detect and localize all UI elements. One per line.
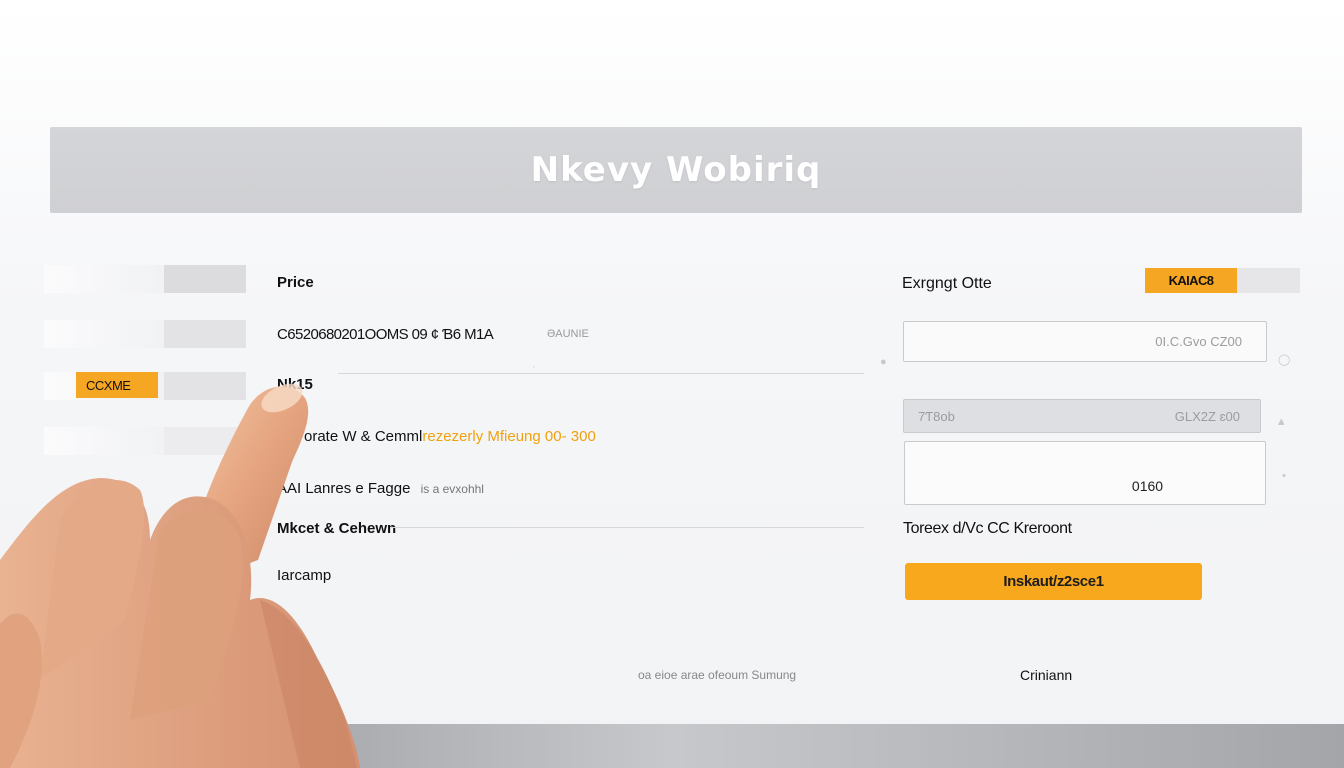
sidebar-item-label — [44, 265, 164, 293]
currency-select[interactable]: 7Ƭ8ob GLX2Z ɛ00 — [903, 399, 1261, 433]
sidebar-active-badge[interactable]: CCXME — [76, 372, 158, 398]
caret-icon: ▴ — [1278, 413, 1285, 428]
amount-input-value: 0I.C.Gvo CZ00 — [1155, 334, 1242, 349]
sidebar-item-thumb — [164, 265, 246, 293]
radio-icon: ◯ — [1278, 354, 1291, 366]
total-label: Toreex d/Vc CC Kreroont — [903, 520, 1072, 537]
sidebar-item-4[interactable] — [44, 427, 246, 455]
page-header: Nkevy Wobiriq — [50, 127, 1302, 213]
panel-title: Exrgngt Otte — [902, 275, 992, 292]
dot-icon: • — [1282, 470, 1286, 482]
dot-icon: · — [532, 361, 536, 373]
list-item-label: AAI Lanres e Fagge — [277, 480, 411, 497]
panel-badge-track — [1237, 268, 1300, 293]
list-item-label: orate W & Cemml — [304, 428, 423, 445]
amount-input[interactable]: 0I.C.Gvo CZ00 — [903, 321, 1267, 362]
sidebar-item-1[interactable] — [44, 265, 246, 293]
desk-background — [0, 724, 1344, 768]
footer-text: oa eioe arae ofeoum Sumung — [638, 668, 797, 682]
currency-select-value: GLX2Z ɛ00 — [1174, 408, 1240, 424]
sidebar-item-thumb — [164, 320, 246, 348]
dot-icon: ● — [880, 356, 887, 368]
currency-select-prefix: 7Ƭ8ob — [918, 408, 955, 424]
sidebar-item-2[interactable] — [44, 320, 246, 348]
exchange-button[interactable]: Inskaut/z2sce1 — [905, 563, 1202, 600]
sidebar-item-thumb — [164, 372, 246, 400]
page-title: Nkevy Wobiriq — [530, 150, 822, 190]
panel-badge[interactable]: KAIAC8 — [1145, 268, 1237, 293]
footer-link[interactable]: Criniann — [1020, 667, 1072, 683]
result-field[interactable]: 0160 — [904, 441, 1266, 505]
list-item-text[interactable]: Iarcamp — [277, 567, 331, 584]
list-item-text[interactable]: Mkcet & Cehewn — [277, 520, 396, 537]
list-item-text[interactable]: AAI Lanres e Fagge is a evxohhl — [277, 480, 484, 497]
sidebar-item-thumb — [164, 427, 246, 455]
price-aux: ƏAUNIE — [547, 328, 589, 340]
divider — [390, 527, 864, 528]
price-code: C6520680201OOMS 09 ¢ Ɓ6 M1A — [277, 326, 494, 343]
list-item-sub: is a evxohhl — [420, 482, 484, 496]
divider — [338, 373, 864, 374]
list-item-accent: rezezerly Mfieung 00- 300 — [422, 428, 596, 445]
result-value: 0160 — [1131, 478, 1164, 494]
sidebar-item-label — [44, 320, 164, 348]
row-label: Nk15 — [277, 376, 313, 393]
price-label: Price — [277, 274, 314, 291]
list-item-text[interactable]: orate W & Cemmlrezezerly Mfieung 00- 300 — [304, 428, 596, 445]
sidebar-item-label — [44, 427, 164, 455]
